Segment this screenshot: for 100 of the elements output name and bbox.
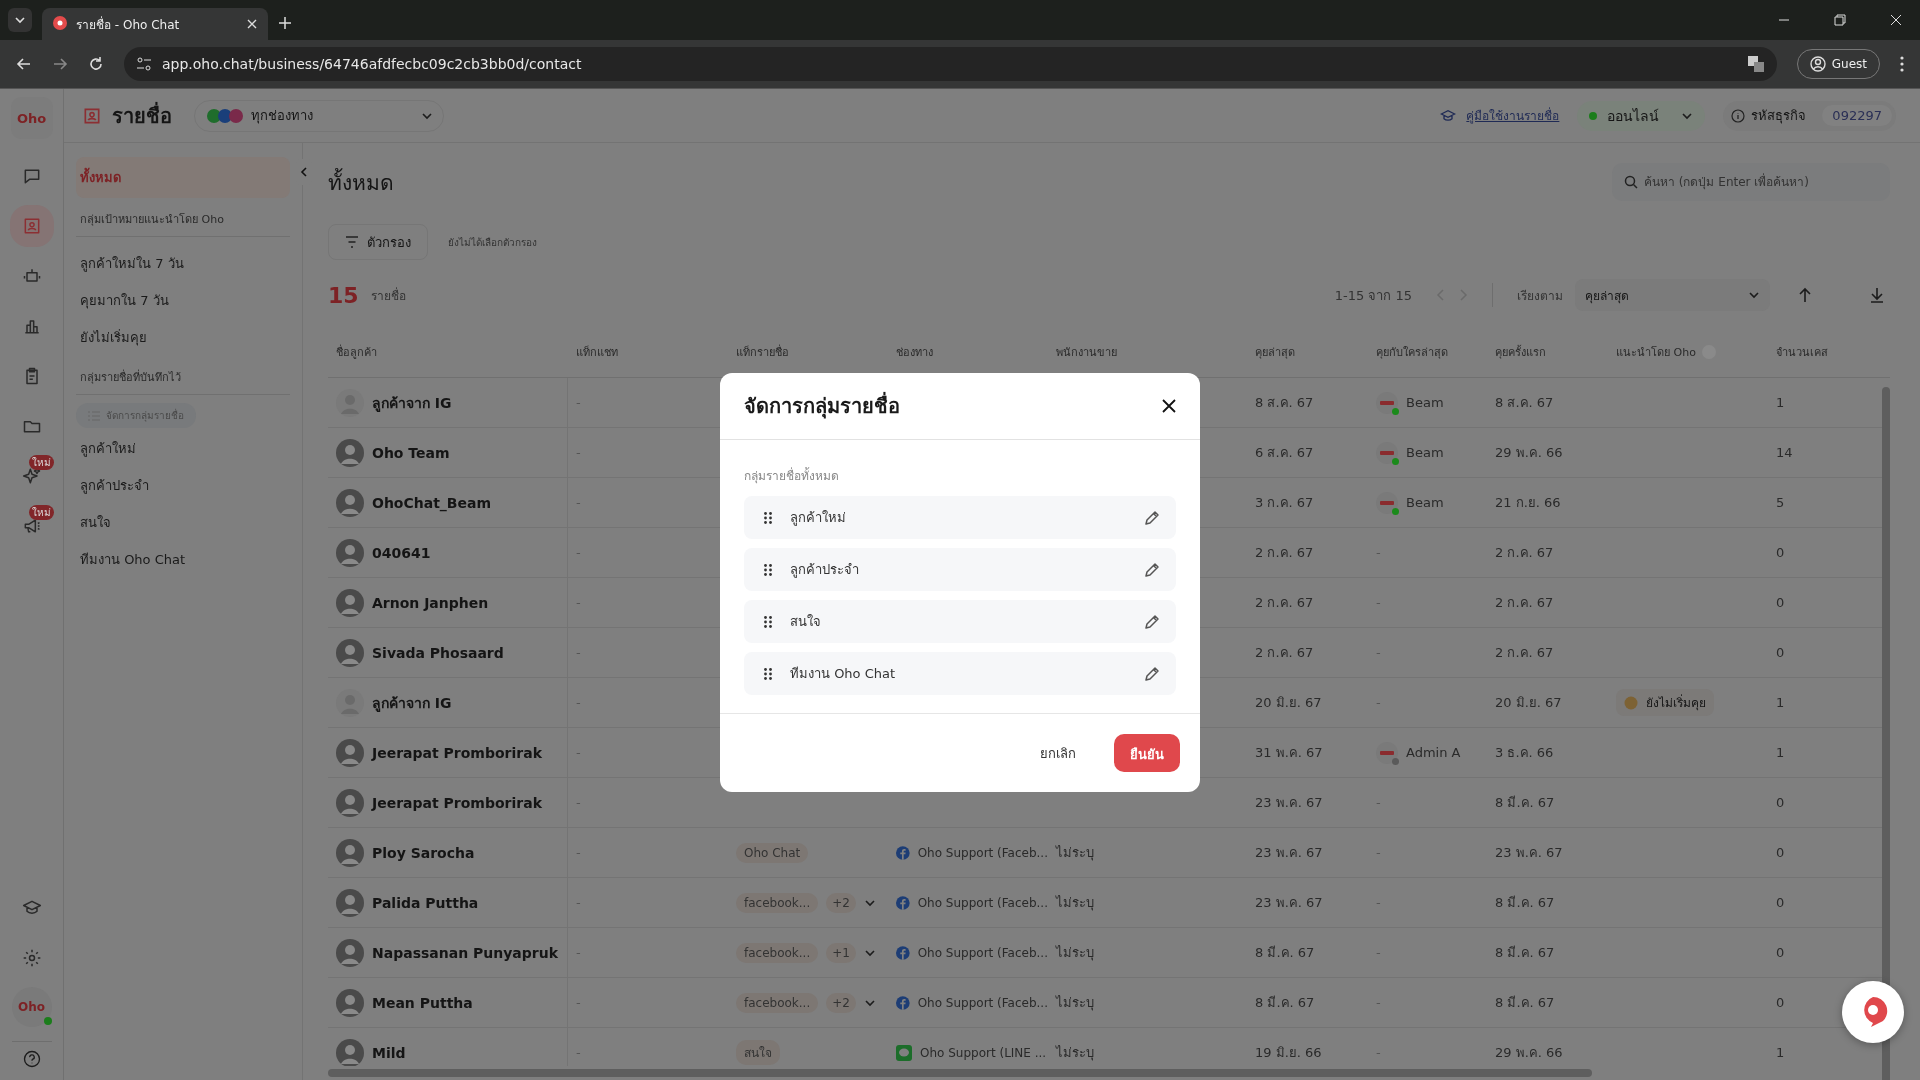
table-cell: 0 [1776, 545, 1785, 560]
facebook-icon [896, 944, 910, 961]
download-icon[interactable] [1870, 287, 1884, 303]
table-cell-text: 8 มี.ค. 67 [1495, 794, 1555, 812]
contact-count: 15 [328, 282, 359, 308]
sidebar-item[interactable]: ทั้งหมด [76, 157, 290, 198]
pencil-icon[interactable] [1144, 665, 1160, 682]
customer-name[interactable]: Ploy Sarocha [372, 844, 475, 861]
customer-name[interactable]: Napassanan Punyapruk [372, 944, 558, 961]
column-header: ชื่อลูกค้า [335, 343, 378, 361]
group-item[interactable]: สนใจ [744, 600, 1176, 643]
table-cell-text: 2 ก.ค. 67 [1255, 594, 1314, 612]
nav-item[interactable]: ใหม่ [9, 505, 54, 547]
sidebar-item[interactable]: ลูกค้าใหม่ใน 7 วัน [76, 245, 290, 282]
customer-name[interactable]: Mild [372, 1044, 406, 1061]
table-cell-text: 2 ก.ค. 67 [1495, 544, 1554, 562]
table-cell-text: 3 ธ.ค. 66 [1495, 744, 1554, 762]
table-cell-text: 2 ก.ค. 67 [1255, 544, 1314, 562]
group-name: สนใจ [790, 613, 822, 631]
table-cell: - [1376, 845, 1381, 860]
horizontal-scrollbar[interactable] [328, 1069, 1592, 1077]
drag-handle-icon[interactable] [764, 667, 772, 680]
group-item[interactable]: ลูกค้าประจำ [744, 548, 1176, 591]
translate-icon[interactable] [1746, 55, 1765, 73]
sidebar-item[interactable]: ลูกค้าประจำ [76, 467, 290, 504]
help-icon[interactable] [22, 1050, 41, 1068]
table-cell-text: 6 ส.ค. 67 [1255, 444, 1314, 462]
address-field[interactable]: app.oho.chat/business/64746afdfecbc09c2cb3bb0d/contact [124, 47, 1777, 81]
column-header: คุยครั้งแรก [1494, 344, 1547, 361]
avatar [336, 788, 364, 817]
browser-tab[interactable]: รายชื่อ - Oho Chat [42, 8, 268, 40]
confirm-button[interactable]: ยืนยัน [1114, 734, 1180, 772]
customer-name[interactable]: 040641 [372, 544, 431, 561]
cancel-button[interactable]: ยกเลิก [1028, 732, 1088, 774]
new-tab-icon[interactable] [278, 16, 292, 30]
avatar [336, 538, 364, 567]
avatar [336, 588, 364, 617]
search-icon [1624, 175, 1638, 189]
table-cell-text: 29 พ.ค. 66 [1495, 1044, 1563, 1062]
customer-name[interactable]: Palida Puttha [372, 894, 479, 911]
filter-button[interactable]: ตัวกรอง [328, 224, 428, 260]
oho-logo[interactable]: Oho [10, 97, 53, 139]
table-cell-text: 23 พ.ค. 67 [1255, 844, 1323, 862]
forward-icon[interactable] [52, 56, 68, 72]
sort-dropdown[interactable]: คุยล่าสุด [1575, 279, 1770, 311]
close-icon[interactable] [1162, 399, 1176, 413]
group-item[interactable]: ลูกค้าใหม่ [744, 496, 1176, 539]
customer-name[interactable]: Jeerapat Promborirak [372, 794, 542, 811]
table-cell: - [576, 995, 581, 1010]
site-settings-icon[interactable] [136, 56, 152, 72]
sidebar-item[interactable]: ทีมงาน Oho Chat [76, 541, 290, 578]
avatar-logo-text: Oho [18, 1000, 45, 1014]
table-cell: - [1376, 945, 1381, 960]
avatar [336, 1038, 364, 1066]
guide-link[interactable]: คู่มือใช้งานรายชื่อ [1466, 106, 1560, 125]
back-icon[interactable] [16, 56, 32, 72]
drag-handle-icon[interactable] [764, 563, 772, 576]
group-item[interactable]: ทีมงาน Oho Chat [744, 652, 1176, 695]
pencil-icon[interactable] [1144, 561, 1160, 578]
sidebar-item[interactable]: คุยมากใน 7 วัน [76, 282, 290, 319]
sidebar-item[interactable]: ยังไม่เริ่มคุย [76, 319, 290, 356]
customer-name[interactable]: Mean Puttha [372, 994, 473, 1011]
table-cell: - [1376, 795, 1381, 810]
contact-tag: facebook... [736, 992, 819, 1013]
menu-icon[interactable] [1900, 56, 1904, 72]
customer-name[interactable]: OhoChat_Beam [372, 494, 492, 511]
arrow-up-icon[interactable] [1798, 287, 1812, 303]
count-unit: รายชื่อ [370, 286, 406, 305]
search-field[interactable]: ค้นหา (กดปุ่ม Enter เพื่อค้นหา) [1612, 163, 1890, 201]
pencil-icon[interactable] [1144, 509, 1160, 526]
customer-name[interactable]: Arnon Janphen [372, 594, 489, 611]
customer-name[interactable]: Oho Team [372, 444, 450, 461]
tab-list-button[interactable] [8, 8, 32, 32]
facebook-icon [896, 994, 910, 1011]
drag-handle-icon[interactable] [764, 511, 772, 524]
table-cell-text: 2 ก.ค. 67 [1495, 594, 1554, 612]
status-dropdown[interactable]: ออนไลน์ [1577, 100, 1706, 131]
sidebar-item[interactable]: สนใจ [76, 504, 290, 541]
table-cell: - [576, 595, 581, 610]
table-cell: - [576, 395, 581, 410]
table-cell: - [576, 895, 581, 910]
pencil-icon[interactable] [1144, 613, 1160, 630]
contact-tag: facebook... [736, 942, 819, 963]
nav-item[interactable]: ใหม่ [9, 455, 54, 497]
customer-name[interactable]: ลูกค้าจาก IG [372, 391, 452, 414]
agent-name: Beam [1406, 445, 1444, 460]
table-cell-text: 8 ส.ค. 67 [1495, 394, 1554, 412]
drag-handle-icon[interactable] [764, 615, 772, 628]
table-cell-text: 23 พ.ค. 67 [1495, 844, 1563, 862]
customer-name[interactable]: Jeerapat Promborirak [372, 744, 542, 761]
account-avatar[interactable]: Oho [11, 987, 52, 1027]
vertical-scrollbar[interactable] [1882, 387, 1890, 1080]
agent-name: Beam [1406, 495, 1444, 510]
graduation-cap-icon [1440, 107, 1457, 124]
customer-name[interactable]: Sivada Phosaard [372, 644, 504, 661]
customer-name[interactable]: ลูกค้าจาก IG [372, 691, 452, 714]
chevron-down-icon [14, 14, 26, 26]
restore-icon[interactable] [1834, 14, 1846, 26]
sidebar-item[interactable]: ลูกค้าใหม่ [76, 430, 290, 467]
reload-icon[interactable] [88, 56, 104, 72]
